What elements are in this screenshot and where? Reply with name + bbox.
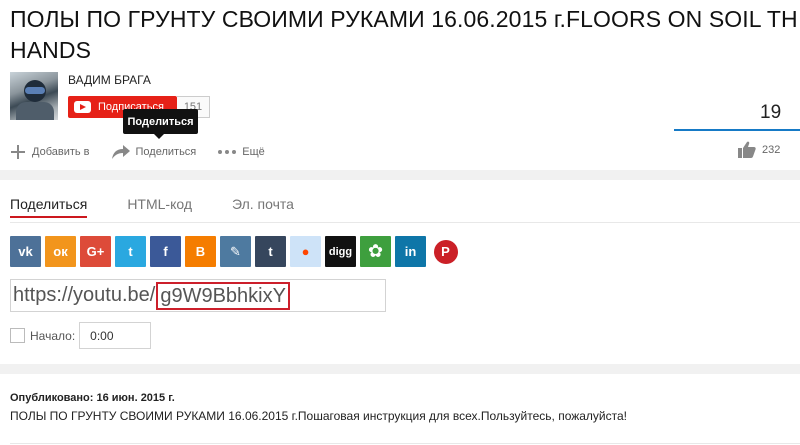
like-button[interactable]: 232 — [738, 141, 780, 158]
livejournal-share-button[interactable]: ✎ — [220, 236, 251, 267]
social-share-buttons: vk ок G+ t f B ✎ t ● digg ✿ in P — [10, 236, 465, 267]
youtube-logo-icon — [74, 101, 91, 113]
reddit-share-button[interactable]: ● — [290, 236, 321, 267]
views-likes-bar — [674, 129, 800, 131]
google-plus-share-button[interactable]: G+ — [80, 236, 111, 267]
facebook-icon: f — [163, 244, 168, 259]
add-to-button[interactable]: Добавить в — [10, 144, 90, 160]
thumbs-up-icon — [738, 141, 756, 158]
tumblr-icon: t — [268, 244, 273, 259]
tab-share[interactable]: Поделиться — [10, 195, 88, 218]
odnoklassniki-share-button[interactable]: ок — [45, 236, 76, 267]
plus-icon — [10, 144, 26, 160]
start-time-input[interactable]: 0:00 — [79, 322, 152, 349]
odnoklassniki-icon: ок — [53, 244, 68, 259]
start-time-row: Начало: 0:00 — [10, 322, 152, 349]
add-to-label: Добавить в — [32, 146, 90, 158]
share-url-base: https://youtu.be/ — [13, 284, 156, 306]
more-dots-icon — [218, 150, 237, 154]
video-title-line-1: ПОЛЫ ПО ГРУНТУ СВОИМИ РУКАМИ 16.06.2015 … — [10, 6, 798, 32]
channel-name[interactable]: ВАДИМ БРАГА — [68, 73, 151, 87]
action-bar: Добавить в Поделиться Ещё — [10, 141, 287, 163]
linkedin-share-button[interactable]: in — [395, 236, 426, 267]
share-tooltip: Поделиться — [123, 109, 198, 139]
tab-embed[interactable]: HTML-код — [127, 195, 192, 225]
vk-icon: vk — [18, 244, 33, 259]
description-divider — [10, 443, 800, 444]
share-url-input[interactable]: https://youtu.be/g9W9BbhkixY — [10, 279, 386, 312]
digg-icon: digg — [328, 245, 353, 258]
blogger-icon: B — [195, 244, 206, 259]
google-plus-icon: G+ — [86, 244, 105, 259]
share-button[interactable]: Поделиться — [111, 145, 197, 159]
digg-share-button[interactable]: digg — [325, 236, 356, 267]
start-time-label: Начало: — [30, 328, 76, 343]
reddit-icon: ● — [301, 244, 310, 259]
section-divider — [0, 170, 800, 180]
like-count: 232 — [762, 143, 781, 156]
share-tabs: Поделиться HTML-код Эл. почта — [10, 195, 334, 225]
published-date: Опубликовано: 16 июн. 2015 г. — [10, 392, 175, 404]
channel-avatar[interactable] — [10, 72, 58, 120]
mixi-icon: ✿ — [367, 241, 384, 261]
video-title: ПОЛЫ ПО ГРУНТУ СВОИМИ РУКАМИ 16.06.2015 … — [10, 4, 800, 66]
livejournal-icon: ✎ — [230, 243, 241, 259]
view-count: 19 — [760, 102, 782, 123]
video-title-line-2: HANDS — [10, 37, 92, 63]
tumblr-share-button[interactable]: t — [255, 236, 286, 267]
video-description: ПОЛЫ ПО ГРУНТУ СВОИМИ РУКАМИ 16.06.2015 … — [10, 409, 628, 423]
tab-email[interactable]: Эл. почта — [232, 195, 294, 225]
share-url-video-id: g9W9BbhkixY — [156, 281, 290, 310]
pinterest-icon: P — [433, 239, 458, 264]
pinterest-share-button[interactable]: P — [430, 236, 461, 267]
twitter-icon: t — [128, 244, 133, 259]
facebook-share-button[interactable]: f — [150, 236, 181, 267]
blogger-share-button[interactable]: B — [185, 236, 216, 267]
tabs-divider — [10, 222, 800, 223]
twitter-share-button[interactable]: t — [115, 236, 146, 267]
start-time-checkbox[interactable] — [10, 328, 25, 343]
more-label: Ещё — [242, 146, 265, 158]
share-arrow-icon — [111, 145, 130, 159]
mixi-share-button[interactable]: ✿ — [360, 236, 391, 267]
more-button[interactable]: Ещё — [218, 146, 265, 158]
linkedin-icon: in — [404, 244, 417, 259]
share-label: Поделиться — [135, 146, 197, 158]
section-divider-2 — [0, 364, 800, 374]
vk-share-button[interactable]: vk — [10, 236, 41, 267]
